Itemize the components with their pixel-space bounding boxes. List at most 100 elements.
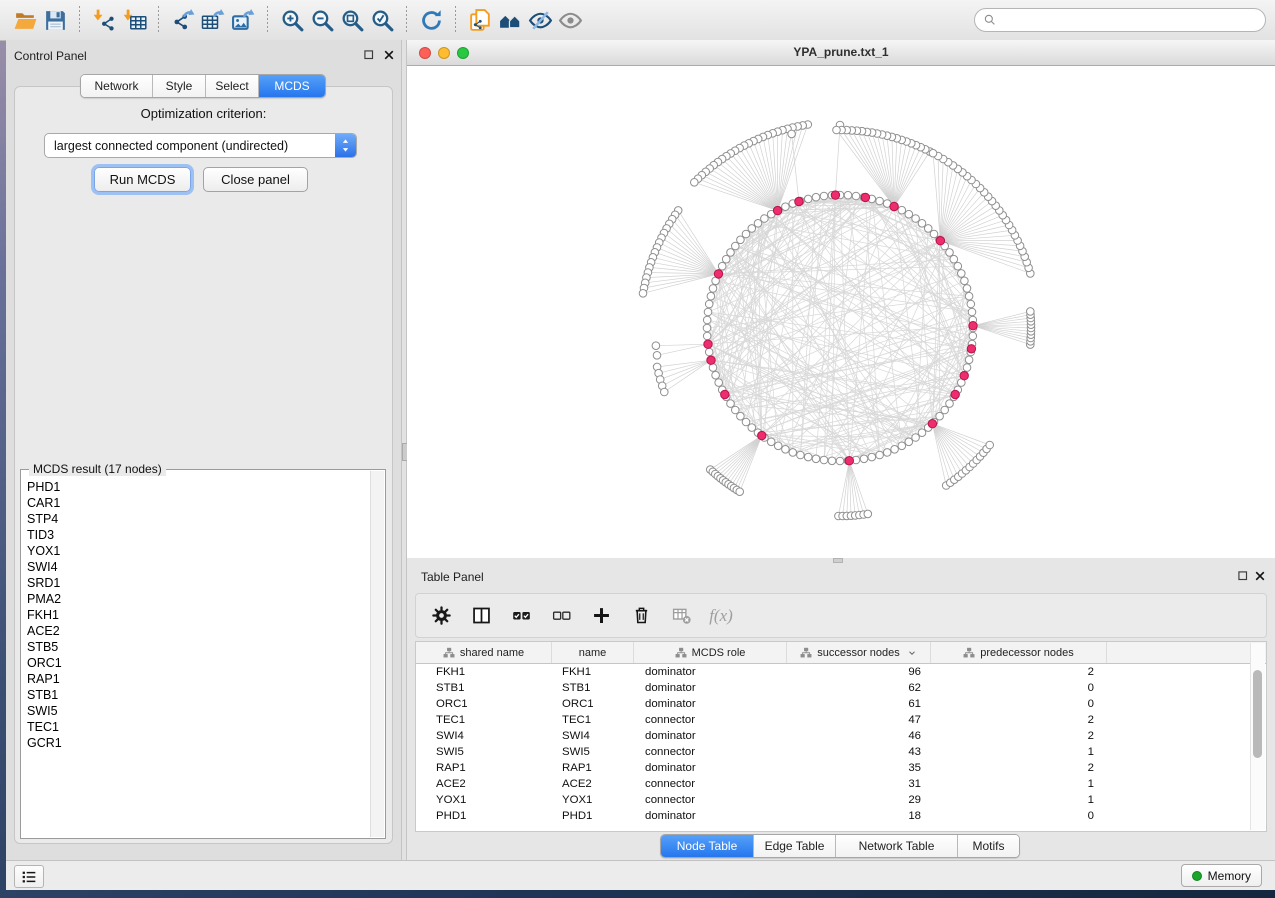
table-row[interactable]: ORC1ORC1dominator610: [416, 696, 1266, 712]
mcds-result-node[interactable]: STB1: [25, 687, 367, 703]
mcds-result-node[interactable]: FKH1: [25, 607, 367, 623]
mcds-result-node[interactable]: SWI5: [25, 703, 367, 719]
zoom-fit-button[interactable]: [337, 5, 367, 35]
duplicate-network-icon: [468, 8, 493, 33]
search-input[interactable]: [997, 10, 1265, 30]
gear-button[interactable]: [428, 603, 454, 629]
save-session-button[interactable]: [40, 5, 70, 35]
column-label: predecessor nodes: [980, 647, 1074, 659]
mcds-result-node[interactable]: ORC1: [25, 655, 367, 671]
open-session-button[interactable]: [10, 5, 40, 35]
column-header-predecessor-nodes[interactable]: predecessor nodes: [931, 642, 1107, 663]
hier-icon: [963, 647, 975, 659]
table-scrollbar[interactable]: [1250, 643, 1265, 830]
hier-icon: [443, 647, 455, 659]
result-list-scrollbar[interactable]: [370, 471, 384, 837]
mcds-result-box: MCDS result (17 nodes) PHD1CAR1STP4TID3Y…: [20, 469, 386, 839]
export-image-button[interactable]: [228, 5, 258, 35]
columns-button[interactable]: [468, 603, 494, 629]
delete-row-button[interactable]: [628, 603, 654, 629]
mcds-result-node[interactable]: TID3: [25, 527, 367, 543]
table-row[interactable]: SWI5SWI5connector431: [416, 744, 1266, 760]
mcds-result-node[interactable]: PHD1: [25, 479, 367, 495]
control-panel-titlebar: Control Panel: [6, 40, 401, 70]
column-header-MCDS-role[interactable]: MCDS role: [634, 642, 787, 663]
first-neighbors-button[interactable]: [495, 5, 525, 35]
memory-button[interactable]: Memory: [1181, 864, 1262, 887]
table-row[interactable]: ACE2ACE2connector311: [416, 776, 1266, 792]
mcds-result-node[interactable]: ACE2: [25, 623, 367, 639]
zoom-selected-button[interactable]: [367, 5, 397, 35]
mcds-result-node[interactable]: TEC1: [25, 719, 367, 735]
import-network-button[interactable]: [89, 5, 119, 35]
mcds-result-node[interactable]: PMA2: [25, 591, 367, 607]
optimization-criterion-select[interactable]: largest connected component (undirected): [44, 133, 357, 158]
select-all-button[interactable]: [508, 603, 534, 629]
column-header-shared-name[interactable]: shared name: [416, 642, 552, 663]
table-row[interactable]: STB1STB1dominator620: [416, 680, 1266, 696]
duplicate-network-button[interactable]: [465, 5, 495, 35]
hide-selected-button[interactable]: [525, 5, 555, 35]
stepper-arrows-icon: [340, 138, 351, 153]
zoom-in-button[interactable]: [277, 5, 307, 35]
table-header-row: shared name name MCDS rolesuccessor nodes p…: [416, 642, 1266, 664]
toolbar-separator: [455, 6, 456, 34]
float-panel-button[interactable]: [362, 48, 376, 62]
tab-node-table[interactable]: Node Table: [661, 835, 754, 857]
deselect-all-button[interactable]: [548, 603, 574, 629]
close-control-panel-button[interactable]: [382, 48, 396, 62]
import-table-button[interactable]: [119, 5, 149, 35]
save-session-icon: [43, 8, 68, 33]
tab-mcds[interactable]: MCDS: [259, 75, 325, 97]
table-row[interactable]: SWI4SWI4dominator462: [416, 728, 1266, 744]
panel-menu-button[interactable]: [14, 865, 44, 888]
table-row[interactable]: TEC1TEC1connector472: [416, 712, 1266, 728]
node-table: shared name name MCDS rolesuccessor nodes p…: [415, 641, 1267, 832]
table-row[interactable]: YOX1YOX1connector291: [416, 792, 1266, 808]
control-panel-title: Control Panel: [14, 49, 87, 63]
mcds-result-node[interactable]: CAR1: [25, 495, 367, 511]
mcds-result-node[interactable]: STP4: [25, 511, 367, 527]
network-window-title: YPA_prune.txt_1: [407, 45, 1275, 59]
tab-style[interactable]: Style: [153, 75, 206, 97]
mcds-result-node[interactable]: GCR1: [25, 735, 367, 751]
network-canvas[interactable]: [407, 66, 1275, 558]
close-panel-button[interactable]: Close panel: [203, 167, 308, 192]
export-network-button[interactable]: [168, 5, 198, 35]
tab-network-table[interactable]: Network Table: [836, 835, 958, 857]
export-table-button[interactable]: [198, 5, 228, 35]
float-table-panel-button[interactable]: [1236, 569, 1250, 583]
close-icon: [1253, 569, 1267, 583]
tab-select[interactable]: Select: [206, 75, 259, 97]
table-row[interactable]: RAP1RAP1dominator352: [416, 760, 1266, 776]
export-image-icon: [231, 8, 256, 33]
select-all-icon: [511, 605, 532, 626]
column-header-name[interactable]: name: [552, 642, 634, 663]
delete-table-button[interactable]: [668, 603, 694, 629]
mcds-result-node[interactable]: YOX1: [25, 543, 367, 559]
mcds-result-node[interactable]: SWI4: [25, 559, 367, 575]
show-all-button[interactable]: [555, 5, 585, 35]
table-row[interactable]: FKH1FKH1dominator962: [416, 664, 1266, 680]
column-label: name: [579, 647, 607, 659]
network-graph[interactable]: [407, 66, 1275, 558]
zoom-out-button[interactable]: [307, 5, 337, 35]
apply-function-button[interactable]: f(x): [708, 603, 734, 629]
toolbar-separator: [267, 6, 268, 34]
refresh-layout-icon: [419, 8, 444, 33]
tab-edge-table[interactable]: Edge Table: [754, 835, 836, 857]
tab-motifs[interactable]: Motifs: [958, 835, 1019, 857]
scrollbar-thumb[interactable]: [1253, 670, 1262, 758]
tab-network[interactable]: Network: [81, 75, 153, 97]
column-header-successor-nodes[interactable]: successor nodes: [787, 642, 931, 663]
refresh-layout-button[interactable]: [416, 5, 446, 35]
add-row-button[interactable]: [588, 603, 614, 629]
mcds-result-node[interactable]: SRD1: [25, 575, 367, 591]
toolbar-separator: [158, 6, 159, 34]
table-row[interactable]: PHD1PHD1dominator180: [416, 808, 1266, 824]
mcds-result-node[interactable]: STB5: [25, 639, 367, 655]
run-mcds-button[interactable]: Run MCDS: [94, 167, 191, 192]
close-table-panel-button[interactable]: [1253, 569, 1267, 583]
mcds-result-node[interactable]: RAP1: [25, 671, 367, 687]
network-window-titlebar[interactable]: YPA_prune.txt_1: [407, 40, 1275, 66]
